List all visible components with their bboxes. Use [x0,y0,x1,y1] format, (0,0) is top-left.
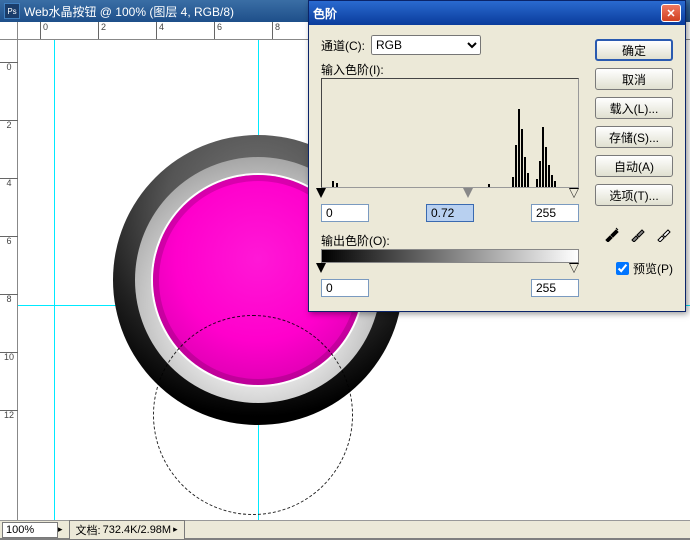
input-levels-label: 输入色阶(I): [321,61,573,78]
close-button[interactable]: ✕ [661,4,681,22]
levels-controls: 通道(C): RGB 输入色阶(I): [321,35,579,297]
ruler-tick: 4 [156,22,164,40]
ruler-tick: 6 [0,236,18,246]
doc-info-label: 文档: [76,522,101,538]
preview-row: 预览(P) [595,260,673,277]
doc-info-value: 732.4K/2.98M [103,524,172,536]
output-level-values [321,279,579,297]
options-button[interactable]: 选项(T)... [595,184,673,206]
ok-button[interactable]: 确定 [595,39,673,61]
status-bar: 100% ▸ 文档: 732.4K/2.98M ▸ [0,520,690,538]
input-gamma-field[interactable] [426,204,474,222]
zoom-menu-icon[interactable]: ▸ [58,524,63,535]
input-white-slider[interactable] [569,188,579,198]
output-white-slider[interactable] [569,263,579,273]
eyedropper-gray-icon[interactable] [629,225,647,243]
zoom-field[interactable]: 100% [2,522,58,538]
document-title: Web水晶按钮 @ 100% (图层 4, RGB/8) [24,3,234,20]
output-slider-track [321,263,579,277]
ruler-tick: 2 [0,120,18,130]
eyedropper-white-icon[interactable] [655,225,673,243]
output-levels-label: 输出色阶(O): [321,232,573,249]
ruler-tick: 12 [0,410,18,420]
channel-label: 通道(C): [321,37,365,54]
dialog-title: 色阶 [313,5,337,22]
channel-select[interactable]: RGB [371,35,481,55]
ruler-tick: 10 [0,352,18,362]
output-black-slider[interactable] [316,263,326,273]
guide-vertical[interactable] [54,40,55,520]
ruler-tick: 4 [0,178,18,188]
input-white-field[interactable] [531,204,579,222]
input-black-field[interactable] [321,204,369,222]
input-slider-track [321,188,579,202]
input-gamma-slider[interactable] [463,188,473,198]
app-icon: Ps [4,3,20,19]
ruler-origin[interactable] [0,22,18,40]
preview-checkbox[interactable] [616,262,629,275]
output-white-field[interactable] [531,279,579,297]
ruler-tick: 0 [0,62,18,72]
eyedropper-black-icon[interactable] [603,225,621,243]
preview-label: 预览(P) [633,260,673,277]
dialog-buttons: 确定 取消 载入(L)... 存储(S)... 自动(A) 选项(T)... 预… [595,39,673,277]
dialog-titlebar[interactable]: 色阶 ✕ [309,1,685,25]
save-button[interactable]: 存储(S)... [595,126,673,148]
dialog-body: 通道(C): RGB 输入色阶(I): [309,25,685,45]
info-menu-icon[interactable]: ▸ [173,524,178,535]
channel-row: 通道(C): RGB [321,35,579,55]
load-button[interactable]: 载入(L)... [595,97,673,119]
eyedropper-row [595,225,673,243]
selection-marquee [153,315,353,515]
cancel-button[interactable]: 取消 [595,68,673,90]
ruler-tick: 2 [98,22,106,40]
levels-dialog: 色阶 ✕ 通道(C): RGB 输入色阶(I): [308,0,686,312]
ruler-vertical[interactable]: 0 2 4 6 8 10 12 [0,40,18,520]
close-icon: ✕ [666,7,675,20]
output-black-field[interactable] [321,279,369,297]
input-black-slider[interactable] [316,188,326,198]
ruler-tick: 6 [214,22,222,40]
ruler-tick: 8 [272,22,280,40]
auto-button[interactable]: 自动(A) [595,155,673,177]
histogram[interactable] [321,78,579,188]
document-info[interactable]: 文档: 732.4K/2.98M ▸ [69,520,185,540]
input-level-values [321,204,579,222]
ruler-tick: 0 [40,22,48,40]
ruler-tick: 8 [0,294,18,304]
output-gradient [321,249,579,263]
